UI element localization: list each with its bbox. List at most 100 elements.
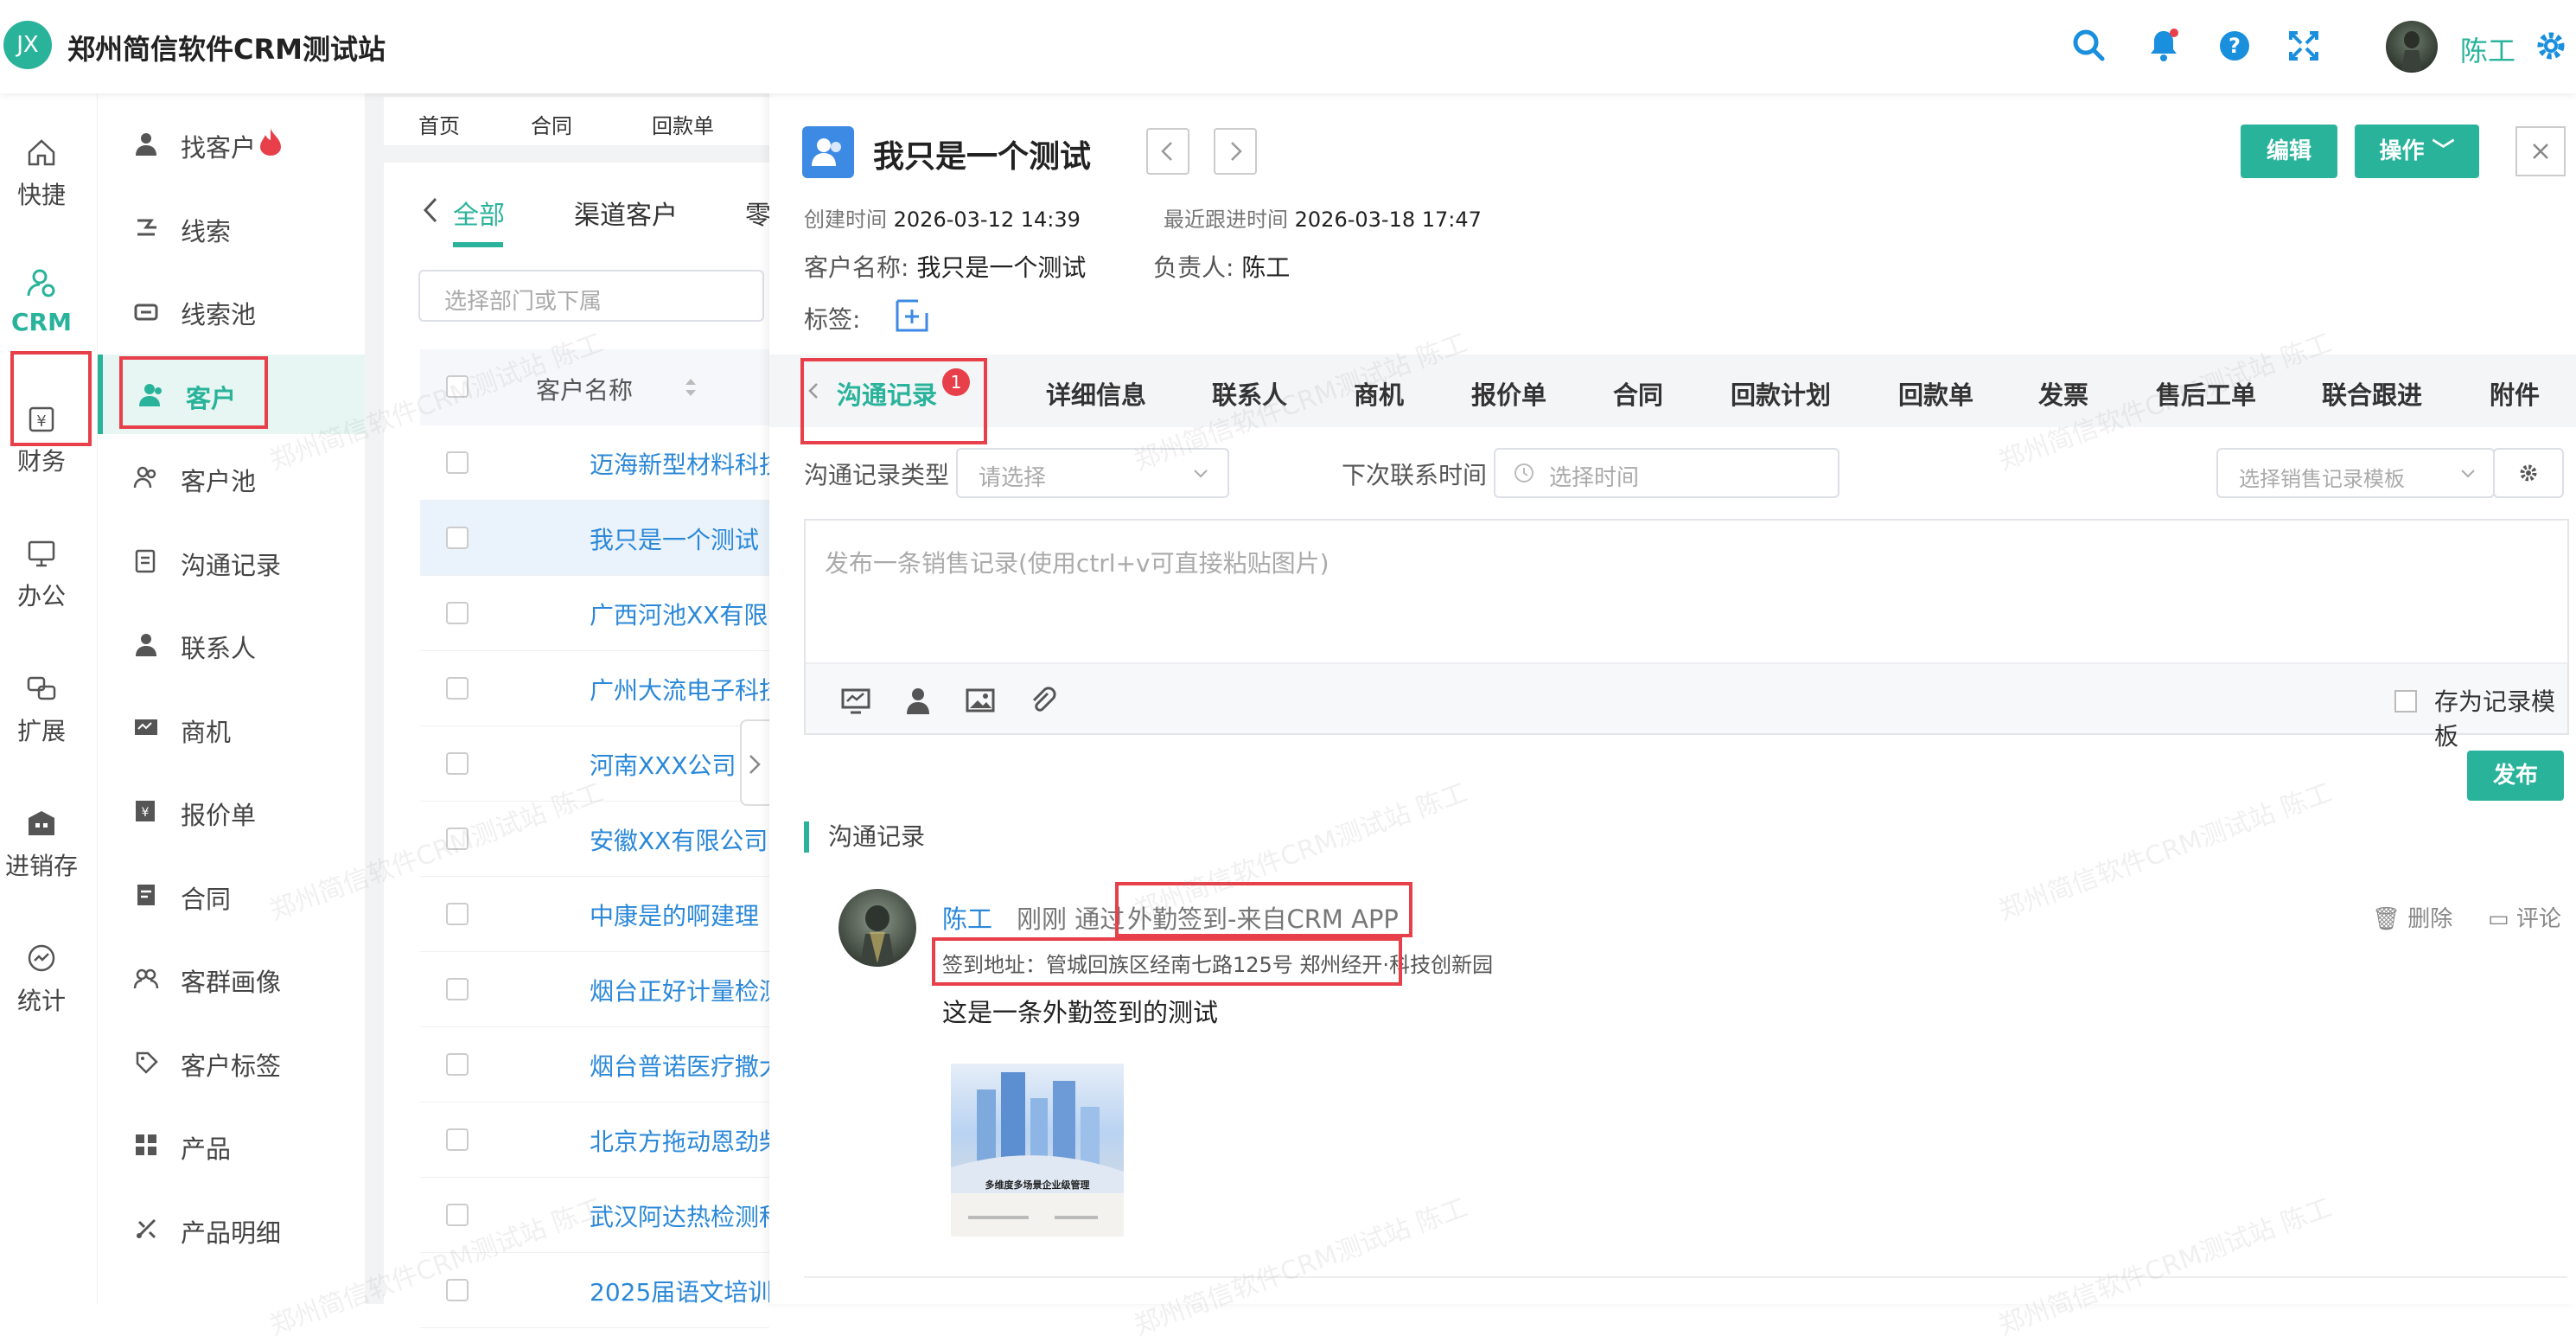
row-checkbox[interactable]: [446, 1128, 469, 1151]
nav-tab-home[interactable]: 首页: [418, 109, 460, 139]
tab-after-sales[interactable]: 售后工单: [2156, 375, 2256, 412]
chevron-left-icon[interactable]: [422, 195, 439, 225]
user-name[interactable]: 陈工: [2460, 29, 2515, 69]
dept-select[interactable]: 选择部门或下属: [418, 270, 764, 322]
submenu-item-opportunity[interactable]: 商机: [98, 688, 366, 768]
fullscreen-icon[interactable]: [2284, 26, 2324, 66]
submenu-item-product-detail[interactable]: 产品明细: [98, 1189, 366, 1269]
tab-contracts[interactable]: 合同: [1613, 375, 1663, 412]
row-checkbox[interactable]: [446, 602, 469, 624]
row-checkbox[interactable]: [446, 1204, 469, 1226]
rail-item-inventory[interactable]: 进销存: [0, 806, 83, 882]
submenu-item-find-customer[interactable]: 找客户: [98, 104, 366, 183]
close-button[interactable]: [2515, 126, 2566, 176]
product-icon: [136, 1134, 156, 1155]
table-row[interactable]: 武汉阿达热检测科技: [420, 1178, 806, 1253]
rail-item-extend[interactable]: 扩展: [0, 671, 83, 747]
table-row[interactable]: 我只是一个测试: [420, 501, 769, 576]
attachment-icon[interactable]: [1027, 685, 1058, 716]
tab-invoices[interactable]: 发票: [2038, 375, 2088, 412]
sort-icon[interactable]: [683, 375, 698, 399]
table-row[interactable]: 广州大流电子科技有: [420, 651, 806, 726]
submenu-item-lead-pool[interactable]: 线索池: [98, 271, 366, 350]
record-author[interactable]: 陈工: [942, 899, 992, 936]
column-header-name[interactable]: 客户名称: [536, 372, 633, 406]
submenu-item-portrait[interactable]: 客群画像: [98, 938, 366, 1018]
contact-icon[interactable]: [902, 685, 934, 716]
tab-payment-plan[interactable]: 回款计划: [1731, 375, 1831, 412]
next-contact-placeholder: 选择时间: [1549, 465, 1640, 491]
bell-icon[interactable]: [2144, 26, 2184, 66]
row-checkbox[interactable]: [446, 677, 469, 700]
submenu-item-product[interactable]: 产品: [98, 1105, 366, 1185]
tab-attachments[interactable]: 附件: [2490, 375, 2540, 412]
chart-icon[interactable]: [840, 685, 871, 716]
table-row[interactable]: 2025届语文培训A班: [420, 1253, 806, 1328]
record-type-select[interactable]: 请选择: [956, 448, 1229, 498]
select-all-checkbox[interactable]: [446, 375, 469, 398]
rail-item-office[interactable]: 办公: [0, 536, 83, 612]
next-record-button[interactable]: [1214, 128, 1257, 175]
table-row[interactable]: 烟台正好计量检测有: [420, 952, 806, 1027]
save-template-label[interactable]: 存为记录模板: [2434, 683, 2567, 752]
submenu-item-tag[interactable]: 客户标签: [98, 1022, 366, 1102]
tab-contacts[interactable]: 联系人: [1212, 375, 1287, 412]
record-image[interactable]: 多维度多场景企业级管理: [951, 1064, 1124, 1237]
prev-record-button[interactable]: [1146, 128, 1189, 175]
table-row[interactable]: 广西河池XX有限公司: [420, 576, 806, 651]
rail-item-stats[interactable]: 统计: [0, 941, 83, 1017]
row-checkbox[interactable]: [446, 752, 469, 775]
search-icon[interactable]: [2069, 26, 2109, 66]
record-editor[interactable]: 发布一条销售记录(使用ctrl+v可直接粘贴图片) 存为记录模板: [804, 519, 2569, 751]
submenu-item-quote[interactable]: ¥ 报价单: [98, 771, 366, 851]
image-icon[interactable]: [965, 685, 996, 716]
submenu-item-contact[interactable]: 联系人: [98, 604, 366, 684]
table-row[interactable]: 迈海新型材料科技（: [420, 425, 806, 501]
comment-record-button[interactable]: ▭ 评论: [2488, 901, 2561, 933]
rail-item-crm[interactable]: CRM: [0, 266, 83, 336]
row-checkbox[interactable]: [446, 1279, 469, 1301]
scope-tab-channel[interactable]: 渠道客户: [574, 194, 678, 232]
help-icon[interactable]: ?: [2215, 26, 2254, 66]
tab-details[interactable]: 详细信息: [1046, 375, 1146, 412]
row-checkbox[interactable]: [446, 828, 469, 850]
table-row[interactable]: 中康是的啊建理（集: [420, 877, 806, 952]
rail-item-finance[interactable]: ¥ 财务: [0, 401, 83, 477]
add-tag-icon[interactable]: [894, 297, 930, 334]
tab-quotes[interactable]: 报价单: [1471, 375, 1546, 412]
rail-item-shortcut[interactable]: 快捷: [0, 135, 83, 211]
nav-tab-payment[interactable]: 回款单: [652, 109, 714, 139]
save-template-checkbox[interactable]: [2394, 690, 2417, 713]
svg-text:¥: ¥: [142, 806, 150, 820]
row-checkbox[interactable]: [446, 978, 469, 1000]
tab-opportunities[interactable]: 商机: [1354, 375, 1404, 412]
table-row[interactable]: 安徽XX有限公司: [420, 802, 769, 877]
table-row[interactable]: 河南XXX公司: [420, 726, 769, 802]
row-checkbox[interactable]: [446, 451, 469, 474]
submenu-item-contract[interactable]: 合同: [98, 855, 366, 935]
submenu-item-record[interactable]: 沟通记录: [98, 521, 366, 601]
table-row[interactable]: 北京方拖动恩劲柴油: [420, 1102, 806, 1178]
scope-tab-more[interactable]: 零: [745, 194, 771, 232]
user-avatar[interactable]: [2386, 21, 2438, 73]
tab-payments[interactable]: 回款单: [1898, 375, 1973, 412]
submenu-item-customer-pool[interactable]: 客户池: [98, 438, 366, 517]
next-contact-picker[interactable]: 选择时间: [1494, 448, 1840, 498]
template-settings-button[interactable]: [2493, 448, 2564, 498]
edit-button[interactable]: 编辑: [2241, 125, 2337, 178]
collapse-panel-button[interactable]: [740, 719, 769, 806]
row-checkbox[interactable]: [446, 1053, 469, 1076]
publish-button[interactable]: 发布: [2467, 751, 2564, 801]
table-row[interactable]: 烟台普诺医疗撒大械: [420, 1027, 806, 1102]
template-select[interactable]: 选择销售记录模板: [2216, 448, 2495, 498]
record-icon: [135, 549, 156, 572]
gear-icon[interactable]: [2531, 26, 2571, 66]
tab-joint-followup[interactable]: 联合跟进: [2322, 375, 2422, 412]
row-checkbox[interactable]: [446, 527, 469, 549]
submenu-item-lead[interactable]: 线索: [98, 188, 366, 267]
action-dropdown-button[interactable]: 操作 ﹀: [2355, 125, 2479, 178]
row-checkbox[interactable]: [446, 903, 469, 925]
nav-tab-contract[interactable]: 合同: [531, 109, 572, 139]
delete-record-button[interactable]: 🗑 删除: [2372, 901, 2452, 933]
scope-tab-all[interactable]: 全部: [453, 194, 505, 232]
